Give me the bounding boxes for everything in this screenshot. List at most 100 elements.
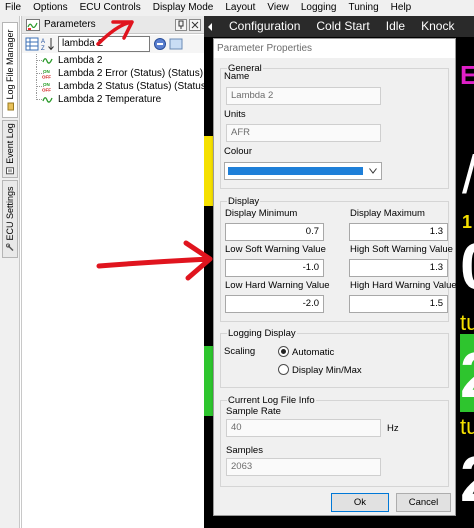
display-min-label: Display Minimum bbox=[225, 208, 298, 219]
svg-text:A: A bbox=[41, 39, 45, 45]
list-item-label: Lambda 2 Status (Status) (Status) bbox=[58, 81, 210, 92]
display-group: Display Display Minimum Display Maximum … bbox=[220, 196, 457, 322]
menu-display-mode[interactable]: Display Mode bbox=[147, 0, 220, 16]
log-icon bbox=[6, 167, 14, 175]
tab-configuration[interactable]: Configuration bbox=[216, 16, 308, 37]
high-soft-warning-field[interactable]: 1.3 bbox=[349, 259, 448, 277]
wave-icon bbox=[42, 97, 53, 103]
general-group: General Name Lambda 2 Units AFR Colour bbox=[220, 63, 449, 189]
menu-options[interactable]: Options bbox=[27, 0, 73, 16]
menu-layout[interactable]: Layout bbox=[219, 0, 261, 16]
filter-icon[interactable] bbox=[169, 37, 183, 51]
low-soft-warning-label: Low Soft Warning Value bbox=[225, 244, 326, 255]
parameters-panel: Parameters A Z lambda 2 Lambda 2 ON OFF … bbox=[21, 16, 209, 528]
gauge-fragment: 2 bbox=[460, 442, 474, 516]
gauge-fragment: / bbox=[462, 144, 474, 206]
gauge-fragment: tu bbox=[460, 414, 474, 439]
low-soft-warning-field[interactable]: -1.0 bbox=[225, 259, 324, 277]
parameters-title: Parameters bbox=[44, 19, 96, 30]
display-max-label: Display Maximum bbox=[350, 208, 425, 219]
logging-display-group-title: Logging Display bbox=[227, 328, 297, 339]
pin-icon bbox=[178, 20, 184, 29]
on-off-icon: ON OFF bbox=[42, 69, 51, 80]
chevron-down-icon bbox=[369, 168, 377, 174]
grid-view-icon[interactable] bbox=[25, 37, 39, 51]
tab-ecu-settings-label: ECU Settings bbox=[5, 186, 15, 241]
list-item-label: Lambda 2 bbox=[58, 55, 103, 66]
list-item[interactable]: ON OFF Lambda 2 Status (Status) (Status) bbox=[22, 80, 209, 93]
side-tab-strip: Log File Manager Event Log ECU Settings bbox=[0, 16, 20, 528]
tab-ecu-settings[interactable]: ECU Settings bbox=[2, 180, 18, 258]
dialog-body: General Name Lambda 2 Units AFR Colour D… bbox=[214, 58, 457, 515]
menu-help[interactable]: Help bbox=[385, 0, 418, 16]
menu-file[interactable]: File bbox=[0, 0, 27, 16]
svg-text:ON: ON bbox=[43, 69, 50, 74]
display-max-field[interactable]: 1.3 bbox=[349, 223, 448, 241]
list-item[interactable]: Lambda 2 Temperature bbox=[22, 93, 205, 106]
name-field[interactable]: Lambda 2 bbox=[226, 87, 381, 105]
menu-bar: File Options ECU Controls Display Mode L… bbox=[0, 0, 474, 16]
menu-logging[interactable]: Logging bbox=[295, 0, 343, 16]
ok-button[interactable]: Ok bbox=[331, 493, 389, 512]
units-label: Units bbox=[224, 109, 246, 120]
chevron-left-icon bbox=[208, 22, 212, 31]
display-min-field[interactable]: 0.7 bbox=[225, 223, 324, 241]
tab-log-file-manager[interactable]: Log File Manager bbox=[2, 22, 18, 118]
menu-view[interactable]: View bbox=[261, 0, 295, 16]
wrench-icon bbox=[6, 243, 14, 252]
tab-log-file-manager-label: Log File Manager bbox=[5, 29, 15, 100]
svg-text:OFF: OFF bbox=[42, 75, 51, 80]
colour-select[interactable] bbox=[224, 162, 382, 180]
gauge-fragment: 2 bbox=[460, 338, 474, 412]
parameter-list: Lambda 2 ON OFF Lambda 2 Error (Status) … bbox=[22, 54, 209, 106]
samples-field[interactable]: 2063 bbox=[226, 458, 381, 476]
wave-icon bbox=[42, 58, 53, 64]
folder-icon bbox=[7, 102, 14, 111]
svg-text:OFF: OFF bbox=[42, 88, 51, 93]
gauge-fragment: E bbox=[460, 60, 474, 90]
units-field[interactable]: AFR bbox=[226, 124, 381, 142]
parameters-toolbar: A Z lambda 2 bbox=[22, 35, 205, 53]
menu-tuning[interactable]: Tuning bbox=[342, 0, 384, 16]
parameters-title-bar: Parameters bbox=[22, 16, 205, 34]
high-hard-warning-label: High Hard Warning Value bbox=[350, 280, 457, 291]
menu-ecu-controls[interactable]: ECU Controls bbox=[74, 0, 147, 16]
gauge-yellow-strip bbox=[204, 136, 213, 206]
on-off-icon: ON OFF bbox=[42, 82, 51, 93]
tab-knock[interactable]: Knock bbox=[413, 16, 462, 37]
svg-text:ON: ON bbox=[43, 82, 50, 87]
tab-event-log[interactable]: Event Log bbox=[2, 120, 18, 178]
display-min-max-radio[interactable] bbox=[278, 364, 289, 375]
log-file-info-group: Current Log File Info Sample Rate 40 Hz … bbox=[220, 395, 449, 487]
gauge-fragment: 0 bbox=[460, 228, 474, 304]
high-soft-warning-label: High Soft Warning Value bbox=[350, 244, 453, 255]
parameters-panel-icon bbox=[26, 18, 40, 31]
pin-button[interactable] bbox=[175, 19, 187, 31]
close-icon bbox=[191, 21, 199, 29]
sample-rate-label: Sample Rate bbox=[226, 406, 281, 417]
sort-az-icon[interactable]: A Z bbox=[41, 37, 55, 51]
parameter-search-input[interactable]: lambda 2 bbox=[58, 36, 150, 52]
close-panel-button[interactable] bbox=[189, 19, 201, 31]
dashboard-tab-bar: Configuration Cold Start Idle Knock bbox=[204, 16, 474, 37]
cancel-button[interactable]: Cancel bbox=[396, 493, 451, 512]
scroll-left-button[interactable] bbox=[204, 16, 216, 37]
list-item[interactable]: Lambda 2 bbox=[22, 54, 205, 67]
list-item-label: Lambda 2 Temperature bbox=[58, 94, 162, 105]
dialog-title: Parameter Properties bbox=[217, 43, 313, 54]
display-group-title: Display bbox=[227, 196, 261, 207]
sample-rate-field[interactable]: 40 bbox=[226, 419, 381, 437]
low-hard-warning-field[interactable]: -2.0 bbox=[225, 295, 324, 313]
tab-idle[interactable]: Idle bbox=[378, 16, 413, 37]
list-item-label: Lambda 2 Error (Status) (Status) bbox=[58, 68, 204, 79]
parameter-properties-dialog: Parameter Properties General Name Lambda… bbox=[213, 38, 457, 516]
list-item[interactable]: ON OFF Lambda 2 Error (Status) (Status) bbox=[22, 67, 205, 80]
samples-label: Samples bbox=[226, 445, 263, 456]
clear-search-icon[interactable] bbox=[153, 37, 167, 51]
high-hard-warning-field[interactable]: 1.5 bbox=[349, 295, 448, 313]
scaling-label: Scaling bbox=[224, 346, 256, 357]
gauge-green-strip bbox=[204, 346, 213, 416]
logging-display-group: Logging Display Scaling Automatic Displa… bbox=[220, 328, 449, 388]
automatic-radio[interactable] bbox=[278, 346, 289, 357]
tab-cold-start[interactable]: Cold Start bbox=[308, 16, 377, 37]
